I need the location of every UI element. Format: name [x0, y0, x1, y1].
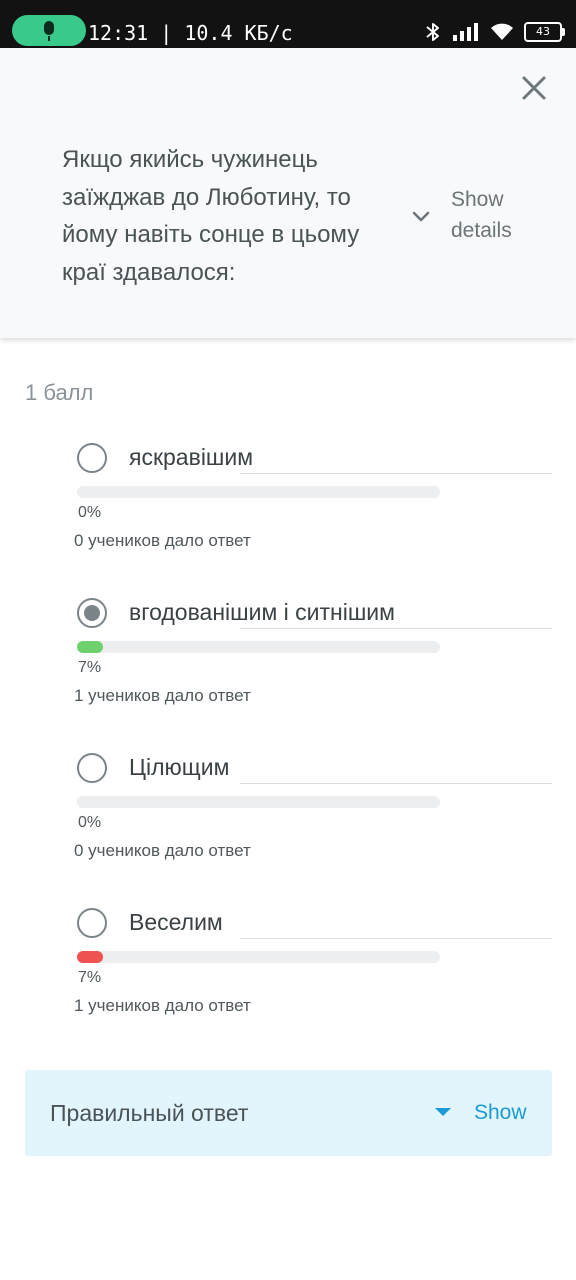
answer-option: яскравішим 0% 0 учеников дало ответ: [0, 443, 576, 573]
progress-bar: [77, 486, 440, 498]
battery-icon: 43: [524, 22, 565, 42]
percent-text: 0%: [78, 504, 102, 521]
option-label: яскравішим: [129, 444, 254, 470]
option-label: Цілющим: [129, 754, 230, 780]
status-bar: 12:31 | 10.4 КБ/с 43: [0, 0, 576, 48]
answer-option: Веселим 7% 1 учеников дало ответ: [0, 908, 576, 1038]
answered-count: 0 учеников дало ответ: [74, 531, 251, 550]
show-correct-answer-button[interactable]: Show: [474, 1098, 527, 1128]
option-divider: [240, 938, 552, 939]
show-details-label: Show details: [451, 188, 512, 242]
percent-text: 7%: [78, 659, 102, 676]
caret-down-icon: [435, 1108, 451, 1116]
status-icons: 43: [424, 19, 565, 45]
points-label: 1 балл: [25, 380, 94, 405]
progress-bar: [77, 951, 440, 963]
progress-fill: [77, 951, 103, 963]
option-divider: [240, 628, 552, 629]
answered-count: 1 учеников дало ответ: [74, 686, 251, 705]
correct-answer-panel[interactable]: Правильный ответ Show: [25, 1070, 552, 1156]
answer-option: вгодованішим і ситнішим 7% 1 учеников да…: [0, 598, 576, 728]
show-details-button[interactable]: Show details: [410, 184, 540, 248]
bluetooth-icon: [426, 23, 439, 41]
signal-icon: [453, 23, 478, 41]
percent-text: 7%: [78, 969, 102, 986]
option-divider: [240, 473, 552, 474]
progress-bar: [77, 796, 440, 808]
question-text: Якщо якийсь чужинець заїжджав до Люботин…: [62, 146, 360, 286]
progress-fill: [77, 641, 103, 653]
radio-button[interactable]: [77, 598, 107, 628]
option-label: вгодованішим і ситнішим: [129, 599, 395, 625]
radio-button[interactable]: [77, 443, 107, 473]
wifi-icon: [491, 23, 513, 40]
chevron-down-icon: [412, 211, 430, 222]
percent-text: 0%: [78, 814, 102, 831]
mic-body: [44, 21, 54, 35]
option-label: Веселим: [129, 909, 223, 935]
status-time-speed: 12:31 | 10.4 КБ/с: [88, 21, 293, 45]
option-divider: [240, 783, 552, 784]
microphone-icon[interactable]: [12, 15, 86, 46]
close-icon[interactable]: [518, 72, 550, 104]
radio-button[interactable]: [77, 753, 107, 783]
answered-count: 0 учеников дало ответ: [74, 841, 251, 860]
correct-answer-label: Правильный ответ: [50, 1100, 249, 1126]
answered-count: 1 учеников дало ответ: [74, 996, 251, 1015]
radio-button[interactable]: [77, 908, 107, 938]
progress-bar: [77, 641, 440, 653]
answer-option: Цілющим 0% 0 учеников дало ответ: [0, 753, 576, 883]
mic-stem: [48, 36, 50, 41]
